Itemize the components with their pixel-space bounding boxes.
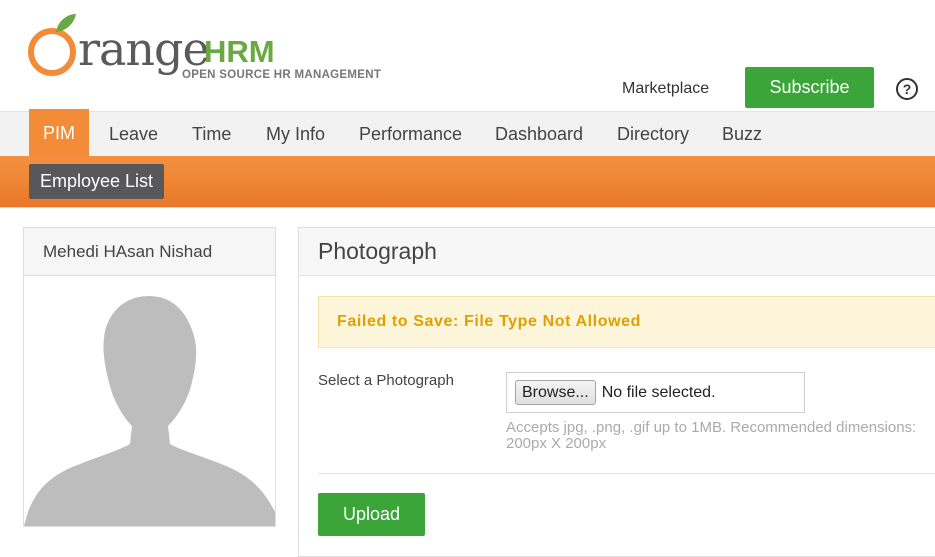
logo-tagline: OPEN SOURCE HR MANAGEMENT (182, 69, 382, 81)
orange-logo-icon (28, 14, 76, 76)
menu-item-my-info[interactable]: My Info (266, 112, 325, 157)
menu-item-directory[interactable]: Directory (617, 112, 689, 157)
default-avatar-icon (24, 296, 275, 526)
subscribe-button[interactable]: Subscribe (745, 67, 874, 108)
panel-title: Photograph (299, 228, 935, 276)
divider (318, 473, 935, 474)
logo-hrm: HRM (204, 34, 275, 69)
orangehrm-logo[interactable]: range HRM OPEN SOURCE HR MANAGEMENT (26, 12, 386, 92)
menu-item-buzz[interactable]: Buzz (722, 112, 762, 157)
menu-item-pim[interactable]: PIM (29, 109, 90, 157)
menu-item-performance[interactable]: Performance (359, 112, 462, 157)
upload-button[interactable]: Upload (318, 493, 425, 536)
profile-card: Mehedi HAsan Nishad (23, 227, 276, 527)
photograph-field-label: Select a Photograph (318, 372, 454, 389)
profile-photo[interactable] (24, 276, 275, 526)
photograph-panel: Photograph Failed to Save: File Type Not… (298, 227, 935, 557)
employee-list-button[interactable]: Employee List (29, 164, 164, 199)
photograph-hint: Accepts jpg, .png, .gif up to 1MB. Recom… (506, 419, 917, 452)
file-status: No file selected. (601, 383, 716, 401)
logo-wordmark: range (78, 22, 210, 76)
employee-name: Mehedi HAsan Nishad (24, 228, 275, 276)
menu-item-dashboard[interactable]: Dashboard (495, 112, 583, 157)
error-alert: Failed to Save: File Type Not Allowed (318, 296, 935, 348)
browse-button[interactable]: Browse... (515, 380, 596, 405)
photograph-file-input[interactable]: Browse... No file selected. (506, 372, 805, 413)
main-menu: PIM Leave Time My Info Performance Dashb… (0, 109, 935, 157)
sub-menu: Employee List (0, 156, 935, 208)
help-icon[interactable]: ? (896, 78, 918, 100)
page-header: range HRM OPEN SOURCE HR MANAGEMENT Mark… (0, 0, 935, 111)
menu-item-time[interactable]: Time (192, 112, 231, 157)
marketplace-link[interactable]: Marketplace (622, 80, 709, 98)
menu-item-leave[interactable]: Leave (109, 112, 158, 157)
